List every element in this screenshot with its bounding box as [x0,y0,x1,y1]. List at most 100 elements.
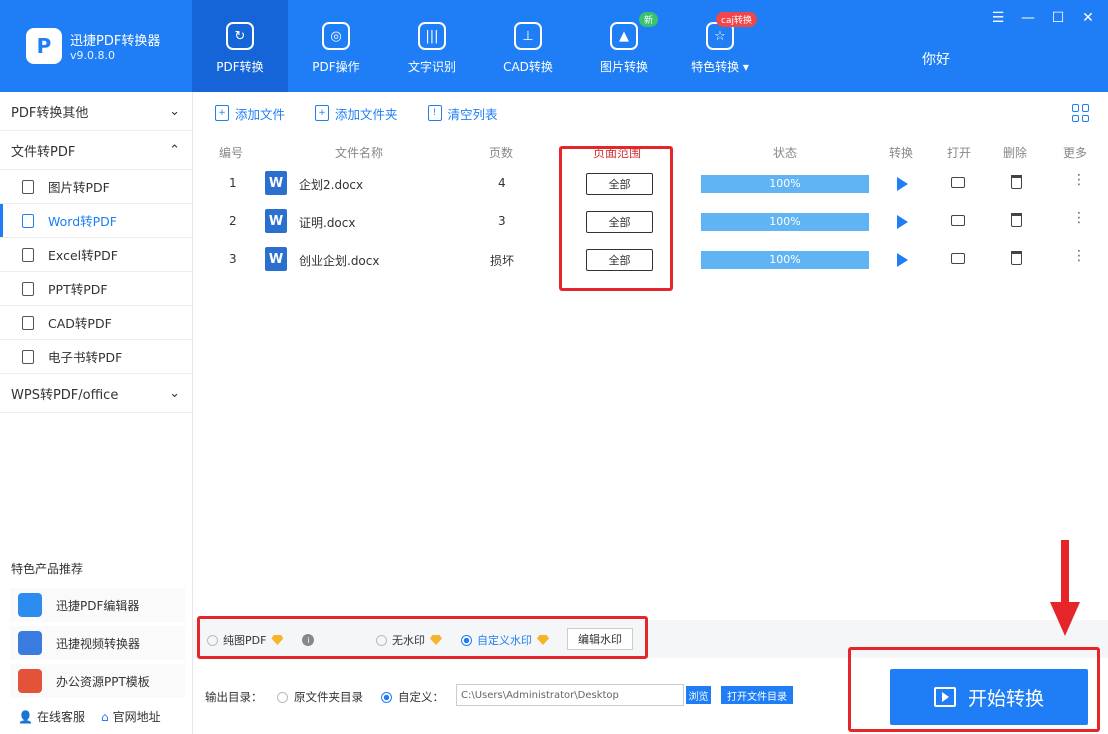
custom-dir-option[interactable]: 自定义： [381,689,444,705]
recommend-ppt-template[interactable]: 办公资源PPT模板 [10,664,185,698]
custom-dir-radio[interactable] [381,691,392,703]
app-logo-icon: P [26,28,62,64]
sidebar-group-wps[interactable]: WPS转PDF/office ⌄ [0,374,192,413]
item-label: Word转PDF [48,214,117,229]
option-label: 无水印 [392,634,425,647]
button-label: 开始转换 [967,687,1044,710]
custom-watermark-option[interactable]: 自定义水印 [461,632,549,648]
original-dir-option[interactable]: 原文件夹目录 [277,689,363,705]
progress-bar: 100% [701,251,869,269]
app-name: 迅捷PDF转换器 [70,34,161,49]
sidebar-item-excel-to-pdf[interactable]: Excel转PDF [0,238,192,272]
online-service-link[interactable]: 👤 在线客服 [18,708,85,725]
button-label: 添加文件夹 [335,106,398,122]
browse-button[interactable]: 浏览 [686,686,711,704]
more-options-icon[interactable]: ⋮ [1072,173,1086,187]
row-num: 3 [229,252,237,266]
word-file-icon [22,213,34,228]
col-name: 文件名称 [335,146,384,160]
more-options-icon[interactable]: ⋮ [1072,211,1086,225]
output-label: 输出目录： [205,690,263,704]
add-folder-button[interactable]: + 添加文件夹 [315,104,398,123]
tab-pdf-operate[interactable]: ◎ PDF操作 [288,0,384,92]
delete-trash-icon[interactable] [1011,251,1022,265]
sidebar-group-pdf-to-other[interactable]: PDF转换其他 ⌄ [0,92,192,131]
convert-play-icon[interactable] [897,177,908,191]
pure-pdf-checkbox[interactable] [207,634,218,646]
tab-label: CAD转换 [503,60,553,74]
convert-play-icon[interactable] [897,215,908,229]
play-icon [933,687,956,707]
row-pages: 损坏 [490,254,515,268]
tab-feature[interactable]: caj转换 ☆ 特色转换 ▾ [672,0,768,92]
delete-trash-icon[interactable] [1011,175,1022,189]
more-options-icon[interactable]: ⋮ [1072,249,1086,263]
image-icon: ▲ [610,22,638,50]
tab-ocr[interactable]: ||| 文字识别 [384,0,480,92]
maximize-icon[interactable]: ☐ [1050,10,1066,26]
grid-view-icon[interactable] [1072,104,1090,122]
sidebar-item-cad-to-pdf[interactable]: CAD转PDF [0,306,192,340]
item-label: 电子书转PDF [48,350,123,365]
menu-icon[interactable]: ☰ [990,10,1006,26]
convert-play-icon[interactable] [897,253,908,267]
open-folder-icon[interactable] [951,177,965,188]
sidebar-item-word-to-pdf[interactable]: Word转PDF [0,204,192,238]
start-convert-button[interactable]: 开始转换 [890,669,1088,725]
table-row: 2 W 证明.docx 3 全部 100% ⋮ [193,203,1108,241]
open-folder-icon[interactable] [951,253,965,264]
tab-image[interactable]: 新 ▲ 图片转换 [576,0,672,92]
clear-list-button[interactable]: ! 清空列表 [427,104,498,123]
sidebar-item-ppt-to-pdf[interactable]: PPT转PDF [0,272,192,306]
vip-diamond-icon [271,635,284,645]
group-label: PDF转换其他 [11,105,89,121]
chevron-down-icon: ⌄ [169,103,180,119]
app-version: v9.0.8.0 [70,49,115,62]
sidebar-item-image-to-pdf[interactable]: 图片转PDF [0,170,192,204]
recommend-pdf-editor[interactable]: 迅捷PDF编辑器 [10,588,185,622]
page-range-button[interactable]: 全部 [586,249,653,271]
col-range: 页面范围 [593,146,642,160]
add-file-button[interactable]: + 添加文件 [215,104,285,123]
user-greeting[interactable]: 你好 [922,49,950,69]
original-dir-radio[interactable] [277,691,288,703]
open-folder-icon[interactable] [951,215,965,226]
website-link[interactable]: ⌂ 官网地址 [101,708,161,725]
home-icon: ⌂ [100,709,109,724]
item-label: CAD转PDF [48,316,112,331]
excel-file-icon [22,247,34,262]
word-doc-icon: W [265,171,287,195]
tab-label: PDF操作 [312,60,360,74]
sidebar-item-ebook-to-pdf[interactable]: 电子书转PDF [0,340,192,374]
button-label: 清空列表 [447,106,498,122]
tab-label: 特色转换 ▾ [691,60,749,74]
custom-watermark-radio[interactable] [461,634,472,646]
no-watermark-radio[interactable] [376,634,387,646]
table-row: 3 W 创业企划.docx 损坏 全部 100% ⋮ [193,241,1108,279]
progress-text: 100% [769,253,801,266]
minimize-icon[interactable]: — [1020,10,1036,26]
window-controls: ☰ — ☐ ✕ [990,10,1096,26]
video-converter-icon [18,631,42,655]
sidebar-group-file-to-pdf[interactable]: 文件转PDF ⌃ [0,131,192,170]
output-path-input[interactable] [456,684,684,706]
col-num: 编号 [219,146,244,160]
no-watermark-option[interactable]: 无水印 [376,632,442,648]
sidebar: PDF转换其他 ⌄ 文件转PDF ⌃ 图片转PDF Word转PDF Excel… [0,92,193,734]
word-doc-icon: W [265,247,287,271]
recommend-label: 迅捷PDF编辑器 [56,598,140,613]
cad-icon: ⊥ [514,22,542,50]
pure-pdf-option[interactable]: 纯图PDF i [207,632,315,648]
delete-trash-icon[interactable] [1011,213,1022,227]
edit-watermark-button[interactable]: 编辑水印 [567,628,633,650]
info-icon[interactable]: i [302,634,315,646]
tab-cad[interactable]: ⊥ CAD转换 [480,0,576,92]
tab-pdf-convert[interactable]: ↻ PDF转换 [192,0,288,92]
open-output-folder-button[interactable]: 打开文件目录 [721,686,793,704]
page-range-button[interactable]: 全部 [586,211,653,233]
file-toolbar: + 添加文件 + 添加文件夹 ! 清空列表 [193,92,1108,134]
pdf-operate-icon: ◎ [322,22,350,50]
close-icon[interactable]: ✕ [1080,10,1096,26]
page-range-button[interactable]: 全部 [586,173,653,195]
recommend-video-converter[interactable]: 迅捷视频转换器 [10,626,185,660]
